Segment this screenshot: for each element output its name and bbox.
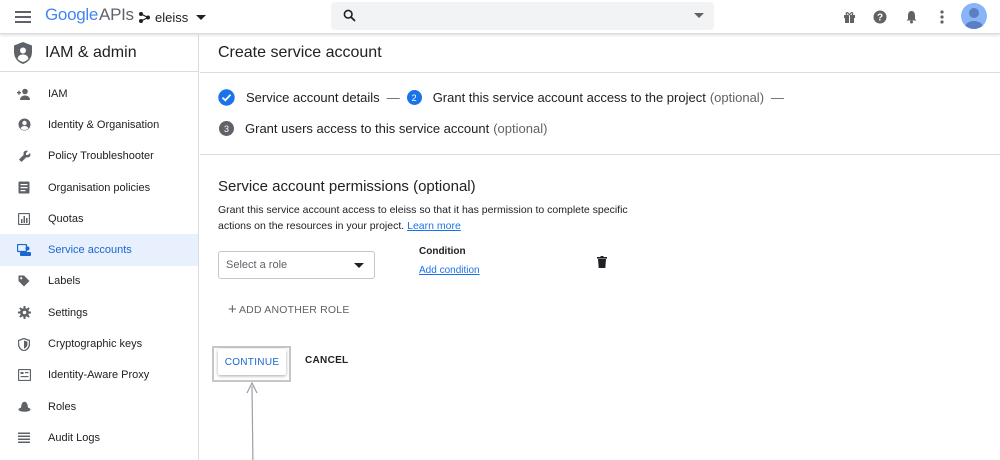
chart-icon xyxy=(17,212,31,226)
plus-icon: + xyxy=(228,301,237,318)
chevron-down-icon xyxy=(354,263,364,268)
add-another-role-label: ADD ANOTHER ROLE xyxy=(238,303,350,316)
page-title: Create service account xyxy=(218,44,382,61)
step-separator: — xyxy=(771,90,785,105)
sidebar-item-label: Settings xyxy=(48,306,88,319)
sidebar-item-label: Policy Troubleshooter xyxy=(48,150,154,163)
sidebar-item-settings[interactable]: Settings xyxy=(0,297,198,328)
sidebar-item-label: Quotas xyxy=(48,212,84,225)
sidebar-item-roles[interactable]: Roles xyxy=(0,391,198,422)
sidebar-item-service-accounts[interactable]: Service accounts xyxy=(0,234,198,266)
step-3-number: 3 xyxy=(219,121,234,136)
check-circle-icon xyxy=(218,89,235,106)
main-content: Create service account Service account d… xyxy=(200,35,1000,460)
sidebar-item-label: Cryptographic keys xyxy=(48,338,143,351)
bell-icon[interactable] xyxy=(901,7,921,27)
list-icon xyxy=(17,431,31,445)
sidebar-item-label: Service accounts xyxy=(48,244,132,257)
logo-apis: APIs xyxy=(99,5,134,24)
svg-text:?: ? xyxy=(877,13,883,24)
sidebar-item-organisation-policies[interactable]: Organisation policies xyxy=(0,172,198,203)
sidebar-item-policy-troubleshooter[interactable]: Policy Troubleshooter xyxy=(0,141,198,172)
top-bar: GoogleAPIs eleiss ? xyxy=(0,0,1000,34)
role-select-placeholder: Select a role xyxy=(226,259,288,271)
wrench-icon xyxy=(17,149,31,163)
step-2-number: 2 xyxy=(406,90,422,105)
sidebar-item-iam[interactable]: IAM xyxy=(0,78,198,109)
search-dropdown-icon[interactable] xyxy=(694,13,704,18)
step-2-optional: (optional) xyxy=(709,90,765,105)
sidebar-header: IAM & admin xyxy=(0,35,198,72)
google-apis-logo[interactable]: GoogleAPIs xyxy=(45,5,134,25)
sidebar-item-audit-logs[interactable]: Audit Logs xyxy=(0,422,198,453)
section-title: Service account permissions (optional) xyxy=(218,178,476,195)
gear-icon xyxy=(17,306,31,320)
step-1-label: Service account details xyxy=(246,90,380,105)
learn-more-link[interactable]: Learn more xyxy=(407,220,461,232)
sidebar-item-label: Organisation policies xyxy=(48,181,151,194)
sidebar-item-label: Labels xyxy=(48,275,81,288)
continue-label: CONTINUE xyxy=(224,356,280,368)
chevron-down-icon xyxy=(196,14,207,20)
add-another-role-button[interactable]: + ADD ANOTHER ROLE xyxy=(228,301,350,318)
sidebar-item-quotas[interactable]: Quotas xyxy=(0,203,198,234)
help-icon[interactable]: ? xyxy=(870,7,890,27)
cancel-button[interactable]: CANCEL xyxy=(305,355,348,366)
search-icon xyxy=(343,9,356,22)
security-shield-icon xyxy=(17,337,31,351)
account-circle-icon xyxy=(17,118,31,132)
logo-google: Google xyxy=(45,5,99,24)
service-account-icon xyxy=(17,243,31,257)
divider xyxy=(200,154,1000,155)
project-hub-icon xyxy=(139,11,150,23)
sidebar-item-label: Identity & Organisation xyxy=(48,118,160,131)
project-name: eleiss xyxy=(155,9,189,25)
step-3-label: Grant users access to this service accou… xyxy=(245,121,490,136)
sidebar-item-label: IAM xyxy=(48,87,68,100)
search-input[interactable] xyxy=(367,6,687,26)
avatar[interactable] xyxy=(961,3,987,29)
sidebar-item-identity-organisation[interactable]: Identity & Organisation xyxy=(0,109,198,140)
sidebar-item-identity-aware-proxy[interactable]: Identity-Aware Proxy xyxy=(0,360,198,391)
divider xyxy=(200,72,1000,73)
stepper-row-2: 3 Grant users access to this service acc… xyxy=(219,121,547,136)
step-separator: — xyxy=(386,90,400,105)
add-condition-link[interactable]: Add condition xyxy=(419,265,480,276)
proxy-icon xyxy=(17,368,31,382)
shield-icon xyxy=(14,42,32,64)
person-add-icon xyxy=(17,87,31,101)
step-2-label: Grant this service account access to the… xyxy=(432,90,706,105)
sidebar-item-label: Identity-Aware Proxy xyxy=(48,369,150,382)
stepper-row-1: Service account details — 2 Grant this s… xyxy=(218,89,791,106)
role-select[interactable]: Select a role xyxy=(218,251,375,279)
step-3-optional: (optional) xyxy=(493,121,548,136)
section-description: Grant this service account access to ele… xyxy=(218,202,638,234)
annotation-arrow xyxy=(246,381,258,460)
project-selector[interactable]: eleiss xyxy=(138,7,207,27)
menu-icon[interactable] xyxy=(12,6,36,28)
delete-icon[interactable] xyxy=(597,255,607,273)
hat-icon xyxy=(17,400,31,414)
sidebar-title: IAM & admin xyxy=(45,44,137,61)
sidebar-nav: IAM Identity & Organisation Policy Troub… xyxy=(0,78,198,454)
document-icon xyxy=(17,181,31,195)
sidebar-item-label: Audit Logs xyxy=(48,431,100,444)
condition-label: Condition xyxy=(419,246,466,257)
sidebar-item-cryptographic-keys[interactable]: Cryptographic keys xyxy=(0,328,198,359)
sidebar-item-labels[interactable]: Labels xyxy=(0,266,198,297)
more-vert-icon[interactable] xyxy=(932,7,952,27)
continue-button[interactable]: CONTINUE xyxy=(218,349,286,375)
sidebar-item-label: Roles xyxy=(48,400,77,413)
gift-icon[interactable] xyxy=(839,7,859,27)
tag-icon xyxy=(17,274,31,288)
sidebar: IAM & admin IAM Identity & Organisation … xyxy=(0,35,199,460)
search-bar[interactable] xyxy=(331,2,714,30)
